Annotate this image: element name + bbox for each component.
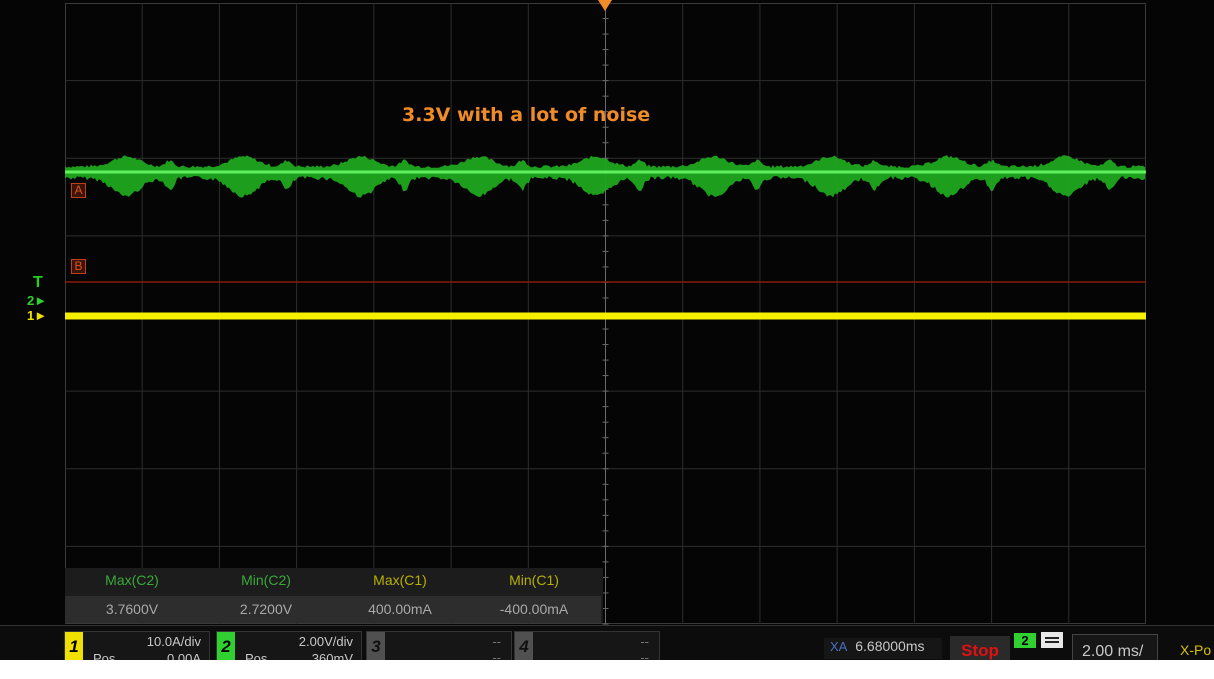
measurement-name: Min(C2) <box>241 572 291 588</box>
channel-2-pos-label: Pos <box>245 651 268 660</box>
run-stop-button[interactable]: Stop <box>950 636 1010 660</box>
measurement-value: 3.7600V <box>65 596 199 623</box>
channel-4-scale: -- <box>640 634 649 649</box>
channel-4-settings[interactable]: 4 -- -- <box>514 631 660 660</box>
channel-1-pos-value: 0.00A <box>167 651 201 660</box>
measurement-max-c2[interactable]: Max(C2) 3.7600V <box>65 568 199 623</box>
measurement-value: 2.7200V <box>199 596 333 623</box>
measurement-min-c2[interactable]: Min(C2) 2.7200V <box>199 568 333 623</box>
xa-label: XA <box>830 639 848 654</box>
cursor-xa-readout[interactable]: XA 6.68000ms <box>824 638 942 659</box>
channel-1-offset-marker[interactable]: 1► <box>27 308 48 323</box>
channel-1-number: 1 <box>65 632 83 660</box>
xa-value: 6.68000ms <box>855 638 925 654</box>
arrow-right-icon: ► <box>34 308 48 323</box>
channel-3-number: 3 <box>367 632 385 660</box>
measurement-name: Min(C1) <box>509 572 559 588</box>
channel-2-number: 2 <box>217 632 235 660</box>
trigger-position-marker[interactable] <box>598 0 612 11</box>
channel-2-scale: 2.00V/div <box>298 634 353 649</box>
trigger-level-marker[interactable]: T <box>33 274 43 292</box>
measurement-value: -400.00mA <box>467 596 601 623</box>
annotation-label: 3.3V with a lot of noise <box>402 104 651 126</box>
channel-3-settings[interactable]: 3 -- -- <box>366 631 512 660</box>
channel-2-pos-value: 360mV <box>311 651 353 660</box>
trigger-source-badge[interactable]: 2 <box>1014 633 1036 648</box>
channel-2-settings[interactable]: 2 2.00V/div Pos 360mV <box>216 631 362 660</box>
waveform-area <box>65 2 1146 625</box>
measurement-name: Max(C2) <box>105 572 159 588</box>
timebase-readout[interactable]: 2.00 ms/ <box>1072 634 1158 660</box>
channel-3-scale: -- <box>492 634 501 649</box>
channel-1-scale: 10.0A/div <box>146 634 201 649</box>
trigger-edge-icon[interactable] <box>1041 632 1063 648</box>
measurement-table: Max(C2) 3.7600V Min(C2) 2.7200V Max(C1) … <box>65 568 603 623</box>
measurement-min-c1[interactable]: Min(C1) -400.00mA <box>467 568 601 623</box>
channel-2-offset-marker[interactable]: 2► <box>27 293 48 308</box>
measurement-value: 400.00mA <box>333 596 467 623</box>
channel-1-pos-label: Pos <box>93 651 116 660</box>
oscilloscope-display: 3.3V with a lot of noise A B T 2► 1► Max… <box>0 0 1214 660</box>
bottom-status-bar: 1 10.0A/div Pos 0.00A 2 2.00V/div Pos 36… <box>0 625 1214 660</box>
arrow-right-icon: ► <box>34 293 48 308</box>
trigger-mode-label[interactable]: X-Po <box>1180 642 1211 658</box>
cursor-a-marker[interactable]: A <box>71 183 86 198</box>
measurement-max-c1[interactable]: Max(C1) 400.00mA <box>333 568 467 623</box>
channel-4-number: 4 <box>515 632 533 660</box>
channel-4-pos-value: -- <box>640 650 649 660</box>
cursor-b-marker[interactable]: B <box>71 259 86 274</box>
channel-3-pos-value: -- <box>492 650 501 660</box>
channel-1-settings[interactable]: 1 10.0A/div Pos 0.00A <box>64 631 210 660</box>
measurement-name: Max(C1) <box>373 572 427 588</box>
